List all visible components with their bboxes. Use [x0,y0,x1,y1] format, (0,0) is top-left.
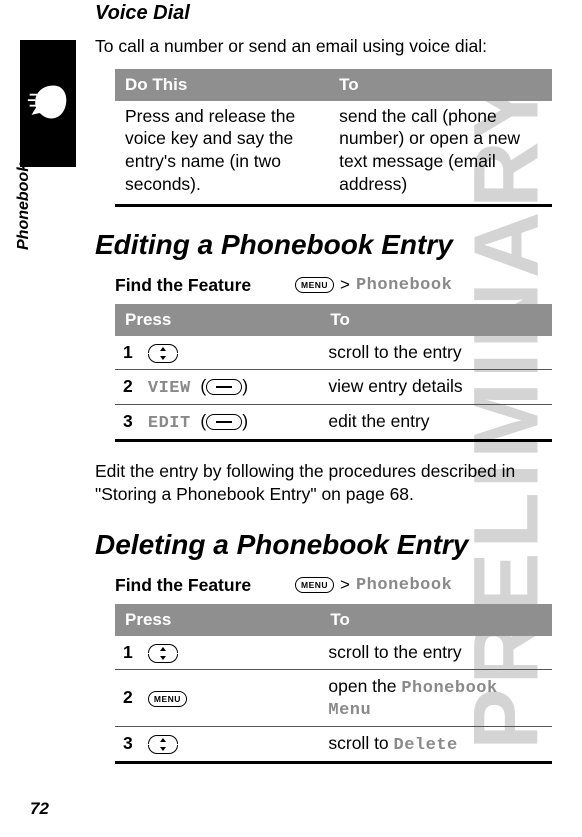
table-header: Press [115,604,320,636]
table-cell: scroll to the entry [320,636,552,670]
voice-dial-intro: To call a number or send an email using … [95,35,552,59]
table-cell: 1 [115,636,320,670]
find-feature-label: Find the Feature [115,275,295,296]
softkey-label: VIEW [148,379,191,398]
deleting-press-table: Press To 1 scroll to the entry [115,604,552,764]
voice-dial-heading: Voice Dial [95,2,552,25]
table-cell: edit the entry [320,404,552,440]
step-number: 3 [123,411,143,432]
greater-than-icon: > [338,575,352,595]
menu-key-icon: MENU [295,277,334,293]
table-row: 2 MENU open the Phonebook Menu [115,669,552,726]
editing-press-table: Press To 1 scroll to the entry [115,304,552,442]
step-number: 3 [123,733,143,754]
to-text: open the [328,676,401,696]
voice-dial-table: Do This To Press and release the voice k… [115,69,552,207]
deleting-heading: Deleting a Phonebook Entry [95,529,552,561]
find-target-text: Phonebook [356,276,452,295]
table-header: To [320,604,552,636]
find-feature-row: Find the Feature MENU > Phonebook [115,275,552,296]
step-number: 1 [123,642,143,663]
step-number: 2 [123,376,143,397]
table-cell: 2 MENU [115,669,320,726]
table-cell: 3 [115,726,320,762]
section-tab-label: Phonebook [15,163,33,250]
menu-key-icon: MENU [148,691,187,707]
table-header: Press [115,304,320,336]
table-row: Press and release the voice key and say … [115,101,552,206]
table-row: 3 EDIT () edit the entry [115,404,552,440]
table-header: To [320,304,552,336]
find-target-text: Phonebook [356,576,452,595]
scroll-key-icon [148,735,178,754]
menu-key-icon: MENU [295,577,334,593]
softkey-icon [206,379,242,395]
telephone-icon [26,80,70,124]
table-cell: send the call (phone number) or open a n… [329,101,552,206]
table-cell: scroll to Delete [320,726,552,762]
find-feature-row: Find the Feature MENU > Phonebook [115,575,552,596]
scroll-key-icon [148,344,178,363]
page-number: 72 [30,799,49,819]
table-row: 1 scroll to the entry [115,636,552,670]
table-cell: 3 EDIT () [115,404,320,440]
table-cell: 1 [115,336,320,370]
table-cell: 2 VIEW () [115,369,320,404]
table-cell: scroll to the entry [320,336,552,370]
editing-followup-text: Edit the entry by following the procedur… [95,460,552,507]
softkey-label: EDIT [148,414,191,433]
greater-than-icon: > [338,275,352,295]
table-row: 1 scroll to the entry [115,336,552,370]
section-icon-wrap [20,40,80,170]
step-number: 1 [123,342,143,363]
editing-heading: Editing a Phonebook Entry [95,229,552,261]
find-feature-label: Find the Feature [115,575,295,596]
table-cell: view entry details [320,369,552,404]
table-cell: open the Phonebook Menu [320,669,552,726]
to-mono-text: Delete [394,736,458,755]
scroll-key-icon [148,644,178,663]
table-header: To [329,69,552,101]
table-row: 3 scroll to Delete [115,726,552,762]
to-text: scroll to [328,733,393,753]
table-cell: Press and release the voice key and say … [115,101,329,206]
softkey-icon [206,414,242,430]
table-row: 2 VIEW () view entry details [115,369,552,404]
step-number: 2 [123,687,143,708]
table-header: Do This [115,69,329,101]
